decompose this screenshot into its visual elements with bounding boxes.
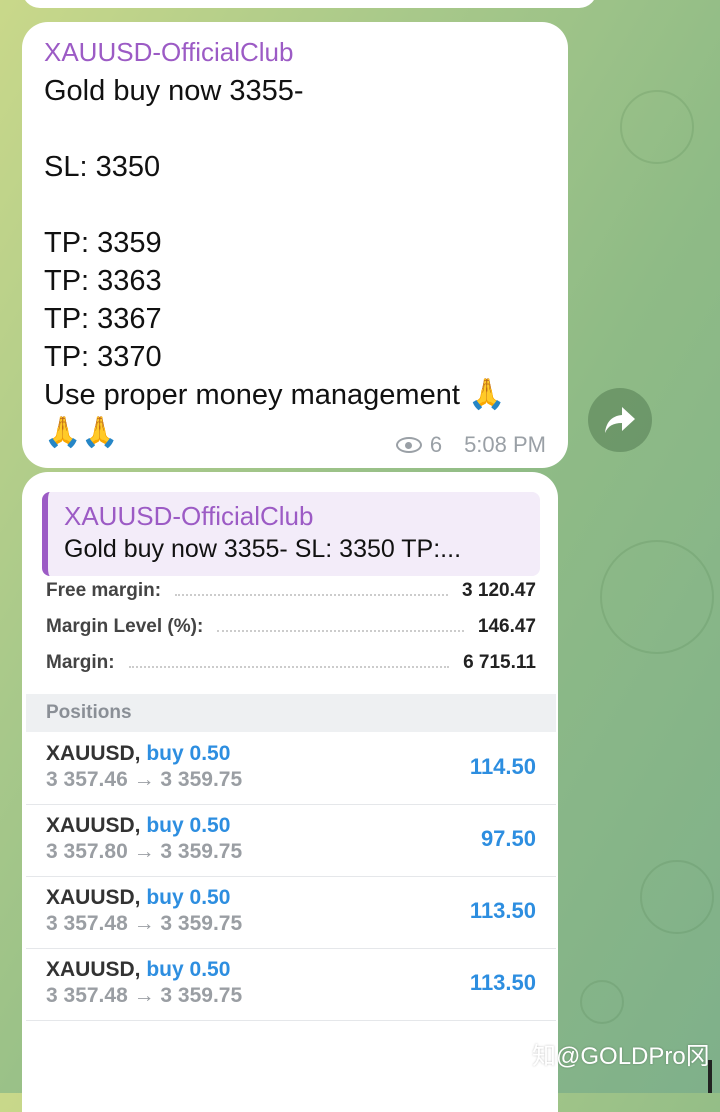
position-symbol: XAUUSD,: [46, 958, 141, 981]
position-side: buy 0.50: [146, 742, 231, 765]
dot-leader: [217, 630, 464, 632]
row-value: 3 120.47: [462, 582, 536, 601]
position-profit: 113.50: [469, 898, 536, 923]
message-meta: 6 5:08 PM: [395, 432, 546, 458]
previous-message-bubble: [22, 0, 597, 8]
background-doodle: [640, 860, 714, 934]
views-eye-icon: [395, 437, 422, 453]
position-symbol: XAUUSD,: [46, 886, 141, 909]
position-side: buy 0.50: [146, 814, 231, 837]
position-prices: 3 357.80 → 3 359.75: [46, 840, 243, 863]
position-symbol-line: XAUUSD, buy 0.50: [46, 886, 230, 910]
forward-share-button[interactable]: [588, 388, 652, 452]
position-side: buy 0.50: [146, 886, 231, 909]
account-row-free-margin: Free margin: 3 120.47: [46, 582, 536, 608]
dot-leader: [175, 594, 449, 596]
message-text: Gold buy now 3355- SL: 3350 TP: 3359 TP:…: [44, 72, 546, 452]
scrollbar[interactable]: [708, 1060, 712, 1093]
position-row[interactable]: XAUUSD, buy 0.50 3 357.48 → 3 359.75 113…: [26, 948, 556, 1021]
row-label: Margin Level (%):: [46, 616, 204, 637]
row-value: 6 715.11: [463, 652, 536, 673]
praying-hands-emoji: 🙏: [467, 378, 506, 411]
position-side: buy 0.50: [146, 958, 231, 981]
position-symbol-line: XAUUSD, buy 0.50: [46, 742, 230, 766]
position-profit: 97.50: [480, 826, 536, 851]
position-profit: 114.50: [469, 754, 536, 779]
message-body: Gold buy now 3355- SL: 3350 TP: 3359 TP:…: [44, 75, 460, 411]
position-symbol: XAUUSD,: [46, 814, 141, 837]
reply-quote[interactable]: XAUUSD-OfficialClub Gold buy now 3355- S…: [42, 492, 540, 576]
row-label: Free margin:: [46, 582, 162, 601]
position-row[interactable]: XAUUSD, buy 0.50 3 357.48 → 3 359.75 113…: [26, 876, 556, 949]
reply-text: Gold buy now 3355- SL: 3350 TP:...: [64, 535, 462, 563]
background-doodle: [580, 980, 624, 1024]
row-value: 146.47: [477, 616, 536, 637]
trading-screenshot[interactable]: Free margin: 3 120.47 Margin Level (%): …: [26, 582, 556, 1112]
sender-name[interactable]: XAUUSD-OfficialClub: [44, 36, 546, 68]
position-prices: 3 357.48 → 3 359.75: [46, 984, 243, 1007]
forward-arrow-icon: [605, 407, 635, 433]
message-time: 5:08 PM: [464, 432, 546, 457]
reply-sender: XAUUSD-OfficialClub: [64, 501, 314, 531]
account-row-margin-level: Margin Level (%): 146.47: [46, 610, 536, 644]
praying-hands-emoji: 🙏🙏: [44, 416, 119, 449]
message-bubble-reply[interactable]: XAUUSD-OfficialClub Gold buy now 3355- S…: [22, 472, 558, 1112]
background-doodle: [600, 540, 714, 654]
watermark-text: 知@GOLDPro冈: [532, 1043, 710, 1070]
background-doodle: [620, 90, 694, 164]
row-label: Margin:: [46, 652, 115, 673]
positions-header: Positions: [26, 694, 556, 732]
position-prices: 3 357.46 → 3 359.75: [46, 768, 243, 791]
dot-leader: [128, 666, 450, 668]
account-row-margin: Margin: 6 715.11: [46, 646, 536, 680]
position-symbol: XAUUSD,: [46, 742, 141, 765]
view-count: 6: [429, 432, 443, 457]
message-bubble[interactable]: XAUUSD-OfficialClub Gold buy now 3355- S…: [22, 22, 568, 468]
position-symbol-line: XAUUSD, buy 0.50: [46, 958, 230, 982]
position-symbol-line: XAUUSD, buy 0.50: [46, 814, 230, 838]
position-row[interactable]: XAUUSD, buy 0.50 3 357.80 → 3 359.75 97.…: [26, 804, 556, 877]
position-profit: 113.50: [469, 970, 536, 995]
position-prices: 3 357.48 → 3 359.75: [46, 912, 243, 935]
position-row[interactable]: XAUUSD, buy 0.50 3 357.46 → 3 359.75 114…: [26, 732, 556, 805]
